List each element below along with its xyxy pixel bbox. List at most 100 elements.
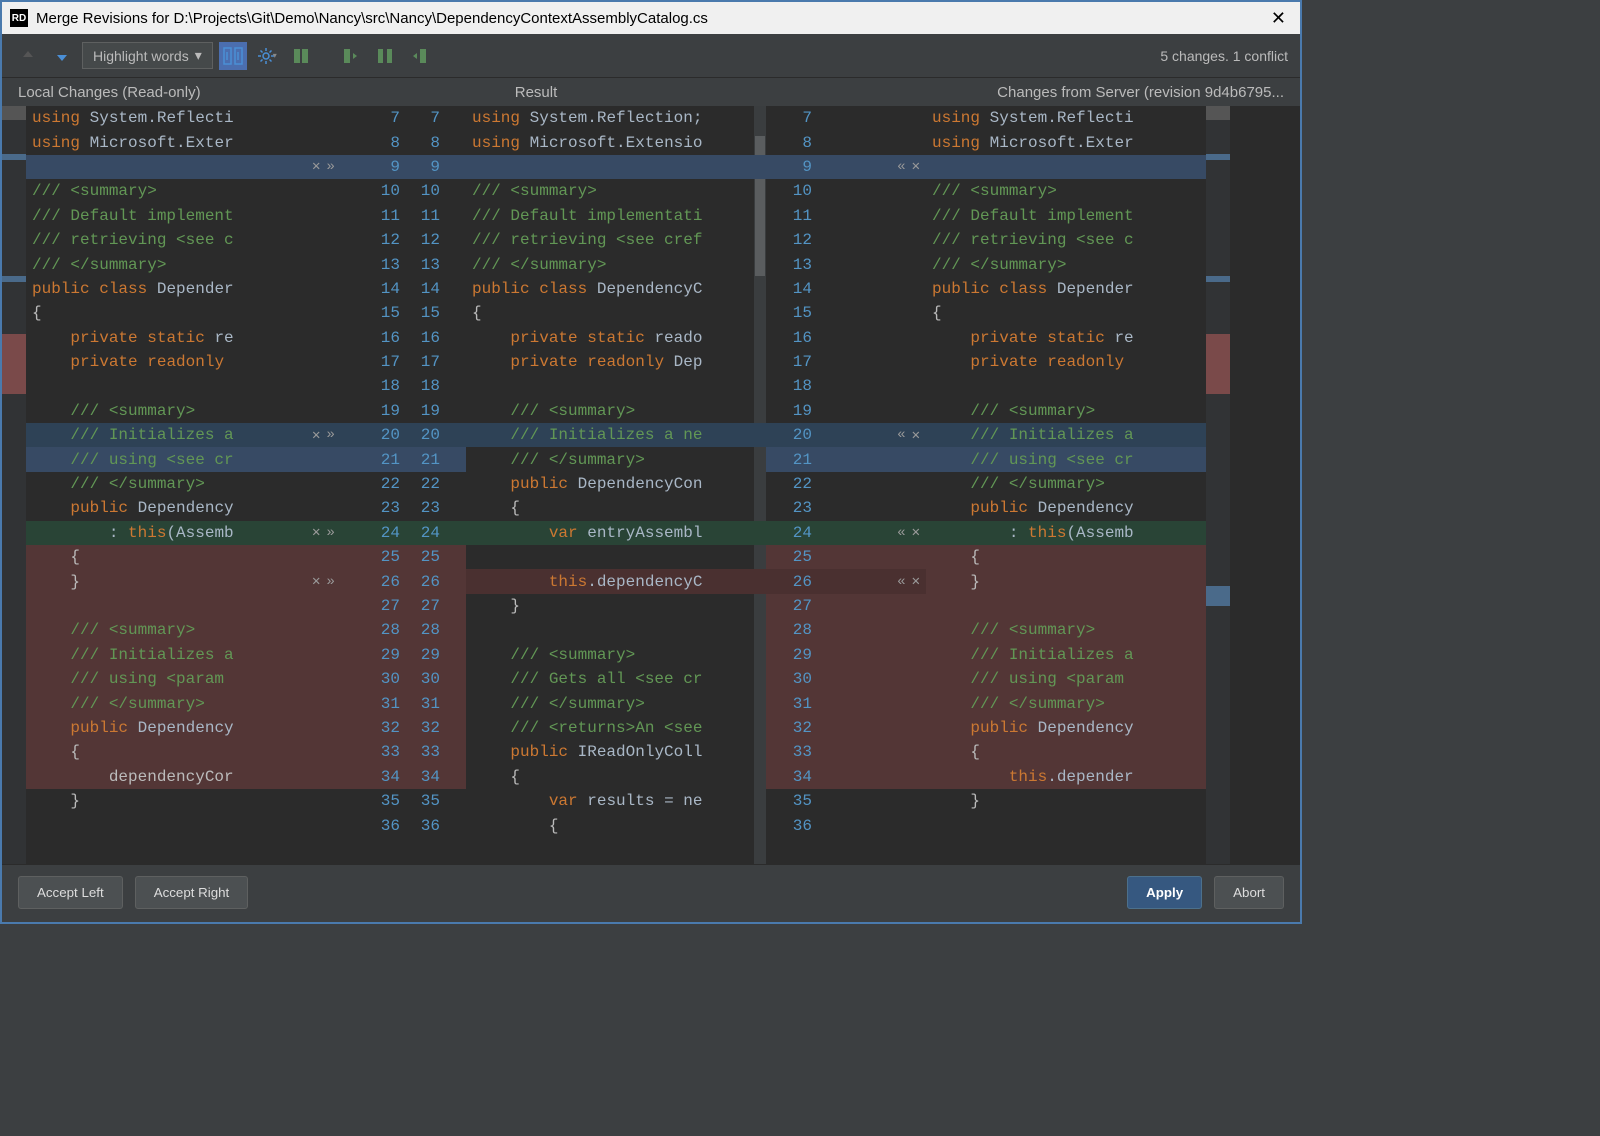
- merge-tool-button[interactable]: [287, 42, 315, 70]
- code-line[interactable]: }: [466, 594, 766, 618]
- reject-icon[interactable]: ✕: [312, 573, 320, 590]
- code-line[interactable]: {: [466, 496, 766, 520]
- code-line[interactable]: {: [466, 301, 766, 325]
- code-line[interactable]: {: [26, 545, 306, 569]
- code-line[interactable]: /// </summary>: [26, 691, 306, 715]
- code-line[interactable]: /// Initializes a ne: [466, 423, 766, 447]
- code-line[interactable]: : this(Assemb: [926, 521, 1206, 545]
- code-line[interactable]: {: [466, 813, 766, 837]
- reject-icon[interactable]: ✕: [912, 427, 920, 444]
- apply-button[interactable]: Apply: [1127, 876, 1202, 909]
- code-line[interactable]: private static re: [26, 326, 306, 350]
- apply-nonconflict-left-button[interactable]: [337, 42, 365, 70]
- code-line[interactable]: public class Depender: [26, 277, 306, 301]
- code-line[interactable]: /// using <see cr: [926, 447, 1206, 471]
- code-line[interactable]: /// using <see cr: [26, 447, 306, 471]
- code-line[interactable]: {: [926, 740, 1206, 764]
- code-line[interactable]: dependencyCor: [26, 765, 306, 789]
- code-line[interactable]: /// </summary>: [926, 691, 1206, 715]
- apply-nonconflict-right-button[interactable]: [405, 42, 433, 70]
- code-line[interactable]: /// <returns>An <see: [466, 716, 766, 740]
- accept-left-icon[interactable]: «: [897, 525, 905, 541]
- accept-left-button[interactable]: Accept Left: [18, 876, 123, 909]
- code-line[interactable]: }: [26, 569, 306, 593]
- code-line[interactable]: [466, 618, 766, 642]
- highlight-dropdown[interactable]: Highlight words ▾: [82, 42, 213, 69]
- code-line[interactable]: /// using <param: [26, 667, 306, 691]
- code-line[interactable]: private readonly: [26, 350, 306, 374]
- code-line[interactable]: /// <summary>: [466, 179, 766, 203]
- code-line[interactable]: /// <summary>: [926, 618, 1206, 642]
- code-line[interactable]: var results = ne: [466, 789, 766, 813]
- code-line[interactable]: using System.Reflecti: [26, 106, 306, 130]
- code-line[interactable]: /// Initializes a: [26, 423, 306, 447]
- code-line[interactable]: }: [926, 569, 1206, 593]
- code-line[interactable]: var entryAssembl: [466, 521, 766, 545]
- code-line[interactable]: /// retrieving <see c: [926, 228, 1206, 252]
- code-line[interactable]: /// </summary>: [466, 252, 766, 276]
- code-line[interactable]: private static re: [926, 326, 1206, 350]
- code-line[interactable]: using System.Reflection;: [466, 106, 766, 130]
- abort-button[interactable]: Abort: [1214, 876, 1284, 909]
- accept-left-icon[interactable]: «: [897, 574, 905, 590]
- code-line[interactable]: {: [26, 301, 306, 325]
- code-line[interactable]: /// Default implement: [926, 204, 1206, 228]
- code-line[interactable]: private readonly: [926, 350, 1206, 374]
- code-line[interactable]: public Dependency: [926, 716, 1206, 740]
- code-line[interactable]: /// Initializes a: [926, 423, 1206, 447]
- code-line[interactable]: [466, 155, 766, 179]
- code-line[interactable]: /// Gets all <see cr: [466, 667, 766, 691]
- code-line[interactable]: [466, 545, 766, 569]
- code-line[interactable]: {: [466, 765, 766, 789]
- code-line[interactable]: /// <summary>: [466, 399, 766, 423]
- code-line[interactable]: }: [26, 789, 306, 813]
- code-line[interactable]: [26, 374, 306, 398]
- code-line[interactable]: /// </summary>: [26, 252, 306, 276]
- code-line[interactable]: /// </summary>: [926, 252, 1206, 276]
- code-line[interactable]: public class DependencyC: [466, 277, 766, 301]
- code-line[interactable]: private static reado: [466, 326, 766, 350]
- code-line[interactable]: {: [926, 301, 1206, 325]
- left-overview-ruler[interactable]: [2, 106, 26, 864]
- code-line[interactable]: using System.Reflecti: [926, 106, 1206, 130]
- code-line[interactable]: /// <summary>: [26, 179, 306, 203]
- code-line[interactable]: public Dependency: [26, 716, 306, 740]
- code-line[interactable]: /// using <param: [926, 667, 1206, 691]
- code-line[interactable]: [926, 374, 1206, 398]
- code-line[interactable]: {: [26, 740, 306, 764]
- code-line[interactable]: public IReadOnlyColl: [466, 740, 766, 764]
- close-button[interactable]: ✕: [1265, 8, 1292, 29]
- code-line[interactable]: /// </summary>: [26, 472, 306, 496]
- code-line[interactable]: [926, 813, 1206, 837]
- code-line[interactable]: /// Initializes a: [26, 643, 306, 667]
- code-line[interactable]: this.dependencyC: [466, 569, 766, 593]
- code-line[interactable]: [26, 813, 306, 837]
- accept-left-icon[interactable]: «: [897, 159, 905, 175]
- code-line[interactable]: : this(Assemb: [26, 521, 306, 545]
- reject-icon[interactable]: ✕: [912, 573, 920, 590]
- code-line[interactable]: using Microsoft.Exter: [26, 130, 306, 154]
- right-code-pane[interactable]: using System.Reflectiusing Microsoft.Ext…: [926, 106, 1206, 864]
- code-line[interactable]: /// Initializes a: [926, 643, 1206, 667]
- code-line[interactable]: /// <summary>: [26, 618, 306, 642]
- code-line[interactable]: /// </summary>: [926, 472, 1206, 496]
- code-line[interactable]: [926, 594, 1206, 618]
- accept-right-icon[interactable]: »: [326, 525, 334, 541]
- reject-icon[interactable]: ✕: [312, 158, 320, 175]
- code-line[interactable]: /// <summary>: [466, 643, 766, 667]
- reject-icon[interactable]: ✕: [312, 524, 320, 541]
- code-line[interactable]: }: [926, 789, 1206, 813]
- reject-icon[interactable]: ✕: [912, 524, 920, 541]
- settings-button[interactable]: ▾: [253, 42, 281, 70]
- middle-code-pane[interactable]: using System.Reflection;using Microsoft.…: [466, 106, 766, 864]
- reject-icon[interactable]: ✕: [912, 158, 920, 175]
- code-line[interactable]: /// </summary>: [466, 691, 766, 715]
- code-line[interactable]: /// <summary>: [926, 399, 1206, 423]
- right-overview-ruler[interactable]: [1206, 106, 1230, 864]
- code-line[interactable]: [26, 594, 306, 618]
- code-line[interactable]: [26, 155, 306, 179]
- code-line[interactable]: public Dependency: [926, 496, 1206, 520]
- sync-scroll-button[interactable]: [219, 42, 247, 70]
- code-line[interactable]: /// <summary>: [926, 179, 1206, 203]
- code-line[interactable]: public class Depender: [926, 277, 1206, 301]
